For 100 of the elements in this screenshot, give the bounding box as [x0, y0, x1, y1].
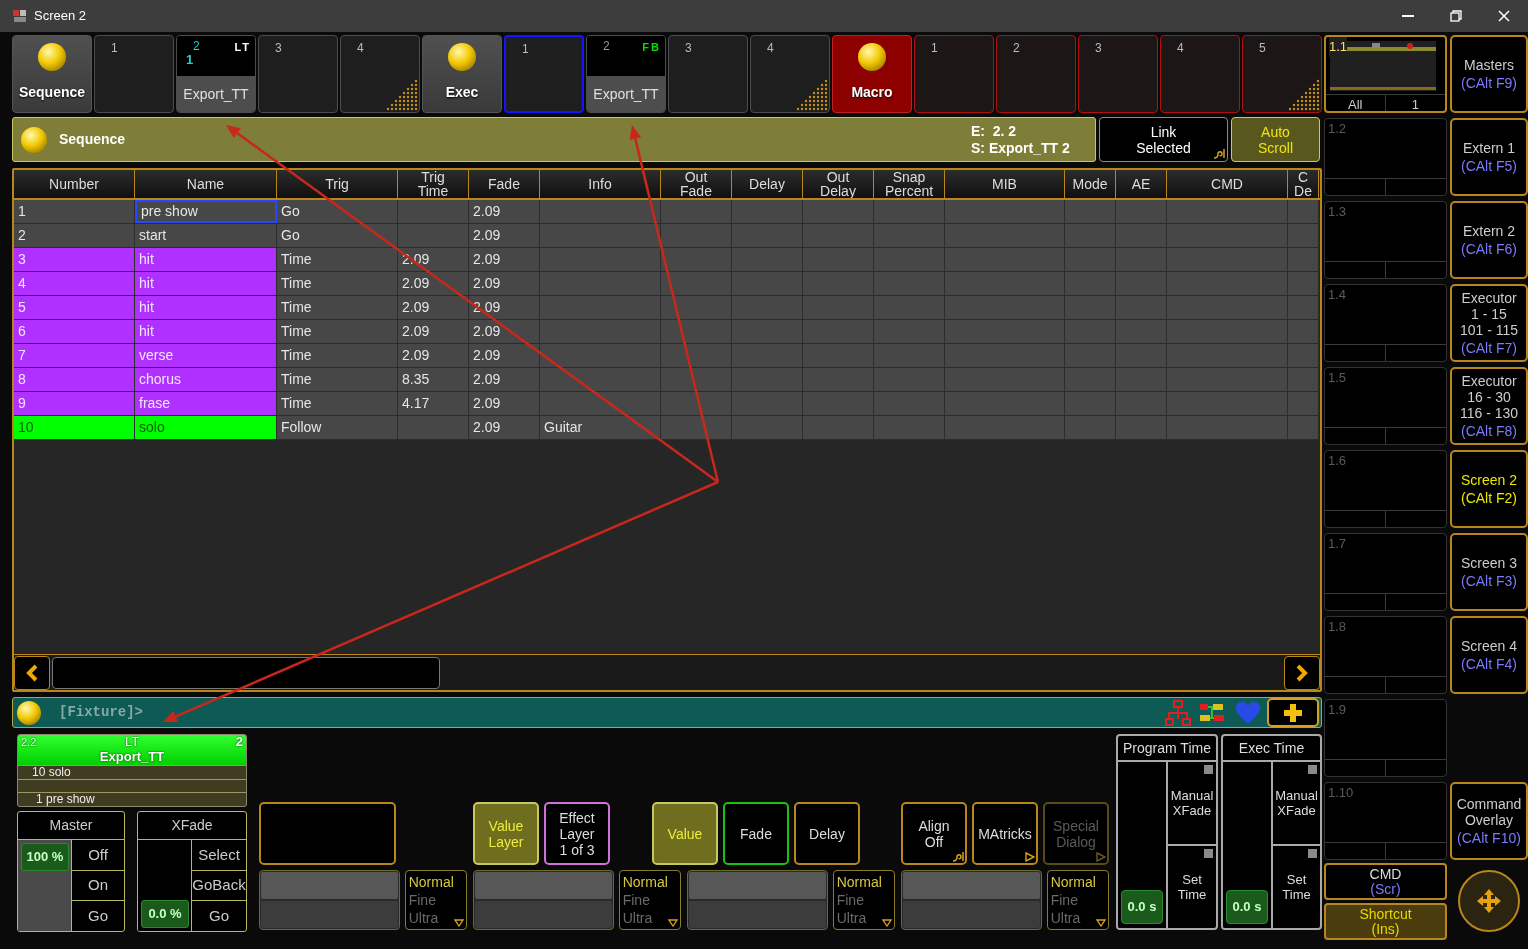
- executor-preview[interactable]: 1.1 All 1: [1324, 35, 1447, 113]
- toggle-button[interactable]: Auto Scroll: [1231, 117, 1320, 162]
- fader-thumb[interactable]: 0.0 s: [1121, 890, 1163, 924]
- resolution-option[interactable]: Normal: [622, 873, 677, 891]
- panel-button[interactable]: On: [72, 870, 124, 902]
- function-button[interactable]: Value: [652, 802, 718, 865]
- column-header[interactable]: Out Fade: [661, 170, 732, 198]
- executor-tile[interactable]: 2 FB Export_TT: [586, 35, 666, 113]
- fader-thumb[interactable]: 100 %: [21, 843, 69, 871]
- function-button[interactable]: MAtricks: [972, 802, 1038, 865]
- table-cell: start: [135, 224, 277, 247]
- scrollbar-thumb[interactable]: [52, 656, 440, 689]
- executor-number: 2.2: [21, 735, 38, 749]
- view-button[interactable]: Screen 2 (CAlt F2): [1450, 450, 1528, 528]
- encoder-field[interactable]: [259, 870, 400, 930]
- time-button[interactable]: Set Time: [1273, 846, 1320, 928]
- pool-button[interactable]: Macro: [832, 35, 912, 113]
- fader-track[interactable]: 0.0 s: [1118, 762, 1168, 928]
- panel-button[interactable]: GoBack: [192, 870, 246, 902]
- column-header[interactable]: CMD: [1167, 170, 1288, 198]
- resolution-option[interactable]: Normal: [836, 873, 891, 891]
- column-header[interactable]: MIB: [945, 170, 1065, 198]
- view-button[interactable]: Screen 3 (CAlt F3): [1450, 533, 1528, 611]
- panel-button[interactable]: Off: [72, 840, 124, 871]
- resolution-option[interactable]: Normal: [1050, 873, 1105, 891]
- view-button[interactable]: Extern 2 (CAlt F6): [1450, 201, 1528, 279]
- resolution-option[interactable]: Ultra: [622, 909, 677, 927]
- resolution-option[interactable]: Ultra: [1050, 909, 1105, 927]
- column-header[interactable]: Info: [540, 170, 661, 198]
- resolution-option[interactable]: Fine: [836, 891, 891, 909]
- executor-button[interactable]: 3: [258, 35, 338, 113]
- function-button[interactable]: Delay: [794, 802, 860, 865]
- column-header[interactable]: Number: [14, 170, 135, 198]
- fader-track[interactable]: 0.0 %: [138, 840, 192, 931]
- executor-card[interactable]: 2.2 LT 2 Export_TT 10 solo 1 pre show: [17, 734, 247, 807]
- encoder-field[interactable]: [473, 870, 614, 930]
- column-header[interactable]: Fade: [469, 170, 540, 198]
- resolution-option[interactable]: Fine: [408, 891, 463, 909]
- encoder-field[interactable]: [901, 870, 1042, 930]
- resolution-option[interactable]: Ultra: [408, 909, 463, 927]
- view-button[interactable]: Command Overlay (CAlt F10): [1450, 782, 1528, 860]
- toggle-button[interactable]: Link Selected: [1099, 117, 1228, 162]
- panel-button[interactable]: Select: [192, 840, 246, 871]
- plus-icon: [1282, 701, 1304, 724]
- executor-button[interactable]: 1: [504, 35, 584, 113]
- column-header[interactable]: Trig: [277, 170, 398, 198]
- view-button[interactable]: Masters (CAlt F9): [1450, 35, 1528, 113]
- table-cell: 2.09: [469, 224, 540, 247]
- panel-button[interactable]: Go: [72, 901, 124, 931]
- function-button[interactable]: Effect Layer 1 of 3: [544, 802, 610, 865]
- fader-thumb[interactable]: 0.0 %: [141, 900, 189, 928]
- column-header[interactable]: Snap Percent: [874, 170, 945, 198]
- pool-button[interactable]: Exec: [422, 35, 502, 113]
- column-header[interactable]: C De: [1288, 170, 1319, 198]
- resolution-selector[interactable]: Normal Fine Ultra: [832, 870, 895, 930]
- column-header[interactable]: Mode: [1065, 170, 1116, 198]
- executor-button[interactable]: 1: [94, 35, 174, 113]
- time-button[interactable]: Set Time: [1168, 846, 1216, 928]
- column-header[interactable]: AE: [1116, 170, 1167, 198]
- scroll-left-button[interactable]: [14, 655, 50, 690]
- panel-button[interactable]: Go: [192, 901, 246, 931]
- column-header[interactable]: Trig Time: [398, 170, 469, 198]
- encoder-field[interactable]: [687, 870, 828, 930]
- time-button[interactable]: Manual XFade: [1273, 762, 1320, 846]
- view-button[interactable]: Executor 16 - 30 116 - 130 (CAlt F8): [1450, 367, 1528, 445]
- view-button[interactable]: Executor 1 - 15 101 - 115 (CAlt F7): [1450, 284, 1528, 362]
- view-button[interactable]: Extern 1 (CAlt F5): [1450, 118, 1528, 196]
- shortcut-button[interactable]: Shortcut (Ins): [1324, 903, 1447, 940]
- executor-button[interactable]: 3: [668, 35, 748, 113]
- table-cell: 2.09: [469, 320, 540, 343]
- pool-button[interactable]: Sequence: [12, 35, 92, 113]
- resolution-selector[interactable]: Normal Fine Ultra: [404, 870, 467, 930]
- function-button[interactable]: Fade: [723, 802, 789, 865]
- executor-button[interactable]: 4: [340, 35, 420, 113]
- resolution-option[interactable]: Ultra: [836, 909, 891, 927]
- resolution-option[interactable]: Fine: [1050, 891, 1105, 909]
- column-header[interactable]: Name: [135, 170, 277, 198]
- resolution-selector[interactable]: Normal Fine Ultra: [618, 870, 681, 930]
- function-button[interactable]: Align Off: [901, 802, 967, 865]
- executor-button[interactable]: 1: [914, 35, 994, 113]
- fader-track[interactable]: 0.0 s: [1223, 762, 1273, 928]
- scroll-right-button[interactable]: [1284, 655, 1320, 690]
- resolution-selector[interactable]: Normal Fine Ultra: [1046, 870, 1109, 930]
- column-header[interactable]: Out Delay: [803, 170, 874, 198]
- shortcut-button[interactable]: CMD (Scr): [1324, 863, 1447, 900]
- view-button[interactable]: Screen 4 (CAlt F4): [1450, 616, 1528, 694]
- fader-track[interactable]: 100 %: [18, 840, 72, 931]
- column-header[interactable]: Delay: [732, 170, 803, 198]
- executor-button[interactable]: 4: [750, 35, 830, 113]
- executor-tile[interactable]: 2 1 LT Export_TT: [176, 35, 256, 113]
- executor-button[interactable]: 5: [1242, 35, 1322, 113]
- fader-thumb[interactable]: 0.0 s: [1226, 890, 1268, 924]
- add-button[interactable]: [1267, 698, 1319, 727]
- resolution-option[interactable]: Normal: [408, 873, 463, 891]
- executor-button[interactable]: 2: [996, 35, 1076, 113]
- time-button[interactable]: Manual XFade: [1168, 762, 1216, 846]
- executor-button[interactable]: 3: [1078, 35, 1158, 113]
- executor-button[interactable]: 4: [1160, 35, 1240, 113]
- function-button[interactable]: Value Layer: [473, 802, 539, 865]
- resolution-option[interactable]: Fine: [622, 891, 677, 909]
